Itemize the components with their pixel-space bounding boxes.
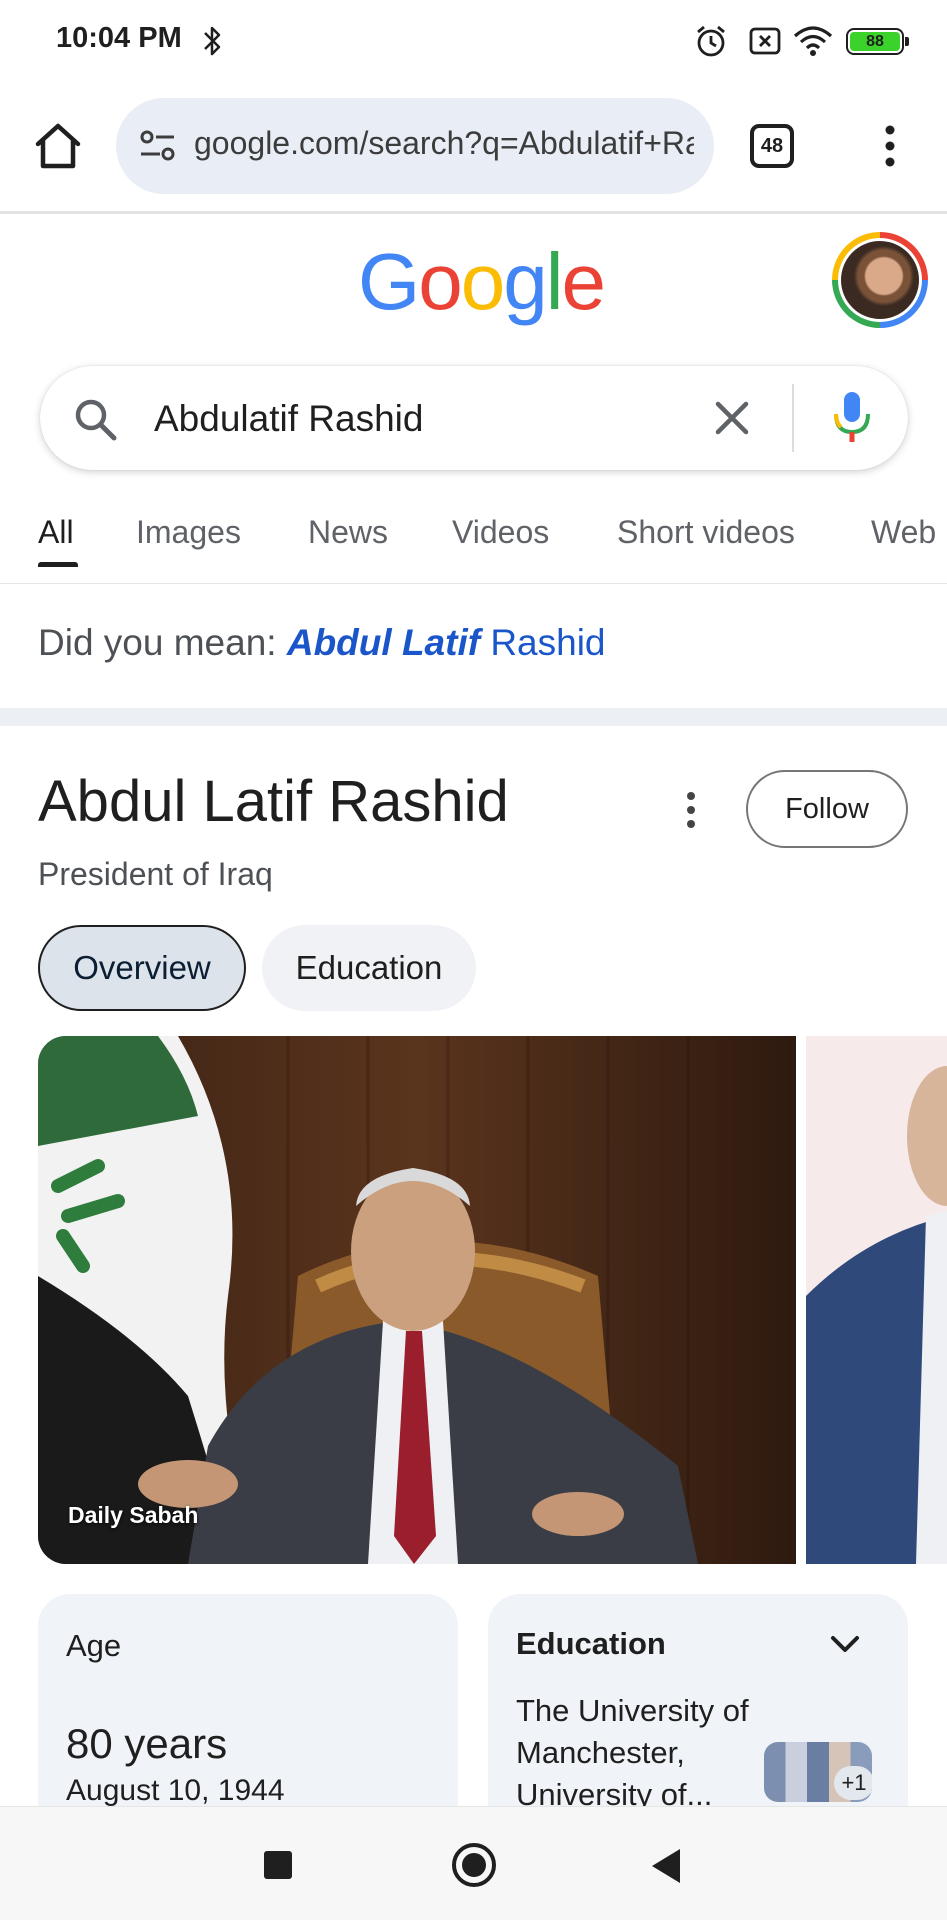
did-you-mean-link[interactable]: Abdul Latif Rashid: [287, 622, 606, 663]
url-text[interactable]: google.com/search?q=Abdulatif+Rashid: [194, 125, 694, 162]
education-text: The University of Manchester, University…: [516, 1693, 749, 1812]
home-icon[interactable]: [30, 118, 86, 174]
portrait-image-2: [806, 1036, 947, 1564]
logo-letter: o: [418, 237, 462, 326]
no-sim-icon: [749, 27, 781, 55]
chip-education[interactable]: Education: [262, 925, 476, 1011]
portrait-image: [38, 1036, 796, 1564]
active-tab-indicator: [38, 562, 78, 567]
url-bar[interactable]: google.com/search?q=Abdulatif+Rashid: [116, 98, 714, 194]
chevron-down-icon[interactable]: [828, 1630, 862, 1658]
more-options-icon[interactable]: [680, 790, 702, 830]
microphone-icon[interactable]: [830, 390, 874, 446]
tab-images[interactable]: Images: [136, 514, 241, 551]
battery-level: 88: [850, 32, 900, 51]
search-input[interactable]: Abdulatif Rashid: [154, 398, 423, 440]
battery-icon: 88: [846, 28, 909, 55]
logo-letter: o: [460, 237, 505, 326]
recent-apps-icon[interactable]: [264, 1851, 292, 1879]
logo-letter: G: [358, 237, 420, 326]
system-nav-bar: [0, 1806, 947, 1920]
account-avatar[interactable]: [832, 232, 928, 328]
browser-toolbar: google.com/search?q=Abdulatif+Rashid 48: [0, 84, 947, 214]
birth-date: August 10, 1944: [66, 1774, 285, 1807]
google-logo[interactable]: Google: [358, 242, 606, 322]
avatar: [838, 238, 922, 322]
search-tabs: All Images News Videos Short videos Web: [0, 500, 947, 584]
education-label: Education: [516, 1626, 666, 1661]
age-card[interactable]: Age 80 years August 10, 1944: [38, 1594, 458, 1824]
site-settings-icon[interactable]: [138, 128, 178, 164]
section-divider: [0, 708, 947, 726]
did-you-mean: Did you mean: Abdul Latif Rashid: [38, 622, 606, 664]
home-nav-icon[interactable]: [452, 1843, 496, 1887]
entity-photo-2[interactable]: [806, 1036, 947, 1564]
age-value: 80 years: [66, 1720, 228, 1767]
correction-bold: Abdul Latif: [286, 622, 481, 663]
entity-title: Abdul Latif Rashid: [38, 769, 509, 834]
tab-short-videos[interactable]: Short videos: [617, 514, 795, 551]
did-you-mean-label: Did you mean:: [38, 622, 287, 663]
more-count-badge: +1: [834, 1766, 872, 1800]
search-divider: [792, 384, 794, 452]
education-thumbnail[interactable]: +1: [764, 1742, 872, 1802]
photo-credit: Daily Sabah: [68, 1502, 199, 1528]
tab-videos[interactable]: Videos: [452, 514, 549, 551]
wifi-icon: [793, 26, 833, 56]
follow-button[interactable]: Follow: [746, 770, 908, 848]
tab-switcher-button[interactable]: 48: [750, 124, 794, 168]
education-card[interactable]: Education The University of Manchester, …: [488, 1594, 908, 1824]
logo-letter: l: [545, 237, 564, 326]
tab-news[interactable]: News: [308, 514, 388, 551]
status-time: 10:04 PM: [56, 22, 182, 54]
logo-letter: g: [503, 237, 547, 326]
tab-count: 48: [760, 134, 784, 157]
entity-photo[interactable]: Daily Sabah: [38, 1036, 796, 1564]
back-icon[interactable]: [652, 1849, 680, 1883]
status-bar: 10:04 PM 88: [0, 0, 947, 84]
search-box[interactable]: Abdulatif Rashid: [40, 366, 908, 470]
bluetooth-icon: [204, 26, 221, 56]
age-label: Age: [66, 1628, 122, 1663]
clear-icon[interactable]: [712, 398, 752, 438]
search-icon: [75, 399, 117, 441]
logo-letter: e: [561, 237, 606, 326]
chip-overview[interactable]: Overview: [38, 925, 246, 1011]
correction-rest: Rashid: [480, 622, 606, 663]
more-menu-icon[interactable]: [870, 122, 910, 170]
tab-all[interactable]: All: [38, 514, 74, 551]
tab-web[interactable]: Web: [871, 514, 936, 551]
entity-subtitle: President of Iraq: [38, 856, 273, 892]
alarm-icon: [697, 25, 725, 57]
